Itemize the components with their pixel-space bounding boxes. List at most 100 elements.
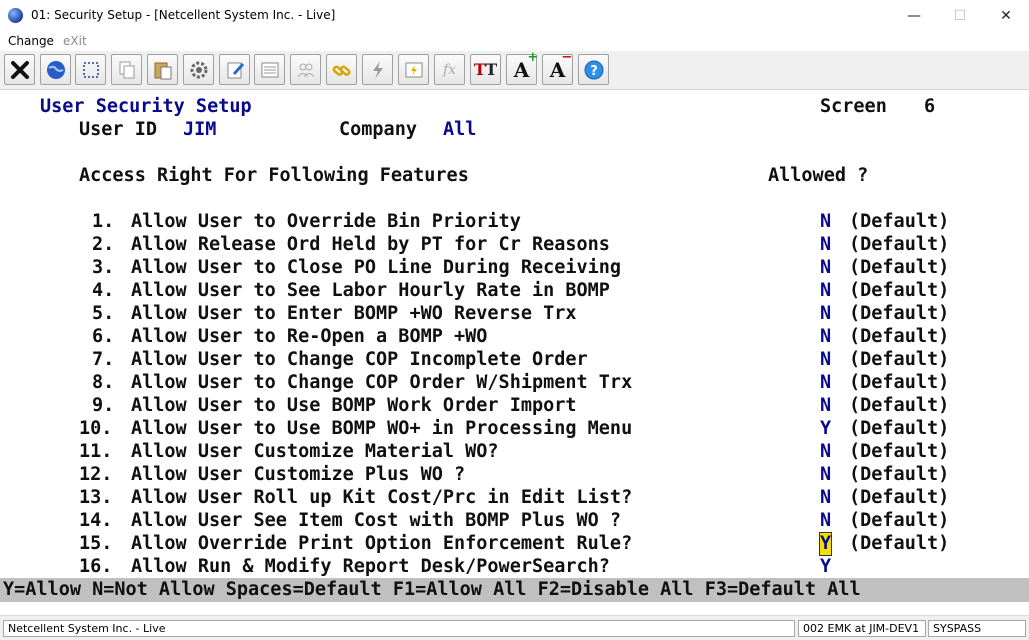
users-icon[interactable] [290, 54, 321, 85]
allowed-header: Allowed ? [768, 165, 869, 186]
window-title: 01: Security Setup - [Netcellent System … [31, 8, 336, 22]
feature-number: 4. [92, 280, 115, 301]
default-indicator: (Default) [849, 257, 950, 278]
screen-heading: User Security Setup [40, 96, 252, 117]
allowed-value-field[interactable]: N [820, 487, 831, 509]
screen-number: 6 [924, 96, 936, 117]
feature-label: Allow Release Ord Held by PT for Cr Reas… [131, 234, 610, 255]
feature-number: 8. [92, 372, 115, 393]
globe-icon[interactable] [40, 54, 71, 85]
allowed-value-field[interactable]: N [820, 234, 831, 256]
user-id-label: User ID [79, 119, 157, 140]
default-indicator: (Default) [849, 418, 950, 439]
feature-number: 7. [92, 349, 115, 370]
default-indicator: (Default) [849, 372, 950, 393]
screen-label: Screen [820, 96, 887, 117]
feature-label: Allow User to Override Bin Priority [131, 211, 521, 232]
help-icon[interactable]: ? [578, 54, 609, 85]
feature-label: Allow User to Use BOMP WO+ in Processing… [131, 418, 633, 439]
allowed-value-field[interactable]: N [820, 280, 831, 302]
copy-icon[interactable] [111, 54, 142, 85]
close-window-button[interactable]: ✕ [983, 0, 1029, 31]
menu-change[interactable]: Change [8, 34, 54, 48]
default-indicator: (Default) [849, 234, 950, 255]
default-indicator: (Default) [849, 487, 950, 508]
feature-number: 3. [92, 257, 115, 278]
feature-label: Allow User to See Labor Hourly Rate in B… [131, 280, 610, 301]
link-icon[interactable] [326, 54, 357, 85]
allowed-value-field[interactable]: N [820, 303, 831, 325]
paste-icon[interactable] [147, 54, 178, 85]
default-indicator: (Default) [849, 211, 950, 232]
allowed-value-field[interactable]: Y [818, 532, 833, 556]
toolbar: fx TT A + A − ? [0, 50, 1029, 90]
allowed-value-field[interactable]: N [820, 257, 831, 279]
feature-number: 14. [79, 510, 113, 531]
svg-text:?: ? [590, 64, 598, 79]
feature-label: Allow User Customize Material WO? [131, 441, 499, 462]
document-lightning-icon[interactable] [398, 54, 429, 85]
feature-label: Allow User to Close PO Line During Recei… [131, 257, 622, 278]
feature-label: Allow User Roll up Kit Cost/Prc in Edit … [131, 487, 633, 508]
default-indicator: (Default) [849, 441, 950, 462]
company-label: Company [339, 119, 417, 140]
default-indicator: (Default) [849, 326, 950, 347]
status-user: SYSPASS [928, 620, 1026, 637]
help-line: Y=Allow N=Not Allow Spaces=Default F1=Al… [3, 579, 861, 600]
allowed-value-field[interactable]: N [820, 349, 831, 371]
feature-number: 1. [92, 211, 115, 232]
allowed-value-field[interactable]: N [820, 372, 831, 394]
edit-doc-icon[interactable] [219, 54, 250, 85]
allowed-value-field[interactable]: N [820, 395, 831, 417]
allowed-value-field[interactable]: Y [820, 418, 831, 440]
function-key-help-bar: Y=Allow N=Not Allow Spaces=Default F1=Al… [0, 578, 1029, 602]
list-icon[interactable] [254, 54, 285, 85]
feature-label: Allow User to Change COP Order W/Shipmen… [131, 372, 633, 393]
font-increase-icon[interactable]: A + [506, 50, 538, 85]
feature-number: 5. [92, 303, 115, 324]
feature-label: Allow User See Item Cost with BOMP Plus … [131, 510, 622, 531]
allowed-value-field[interactable]: Y [820, 556, 831, 578]
default-indicator: (Default) [849, 533, 950, 554]
access-header: Access Right For Following Features [79, 165, 469, 186]
feature-number: 9. [92, 395, 115, 416]
feature-number: 2. [92, 234, 115, 255]
minimize-button[interactable]: — [891, 0, 937, 31]
font-decrease-icon[interactable]: A − [542, 50, 573, 85]
allowed-value-field[interactable]: N [820, 211, 831, 233]
menu-bar: Change eXit [0, 31, 1029, 51]
feature-label: Allow User to Change COP Incomplete Orde… [131, 349, 588, 370]
default-indicator: (Default) [849, 349, 950, 370]
allowed-value-field[interactable]: N [820, 326, 831, 348]
status-session: 002 EMK at JIM-DEV1 [798, 620, 926, 637]
select-rect-icon[interactable] [75, 54, 106, 85]
menu-exit[interactable]: eXit [63, 34, 87, 48]
feature-number: 12. [79, 464, 113, 485]
feature-label: Allow User to Re-Open a BOMP +WO [131, 326, 488, 347]
default-indicator: (Default) [849, 303, 950, 324]
feature-label: Allow User to Enter BOMP +WO Reverse Trx [131, 303, 577, 324]
allowed-value-field[interactable]: N [820, 464, 831, 486]
default-indicator: (Default) [849, 395, 950, 416]
feature-label: Allow Override Print Option Enforcement … [131, 533, 633, 554]
font-type-icon[interactable]: TT [470, 54, 501, 85]
feature-label: Allow User to Use BOMP Work Order Import [131, 395, 577, 416]
lightning-icon[interactable] [362, 54, 393, 85]
feature-number: 6. [92, 326, 115, 347]
status-company: Netcellent System Inc. - Live [3, 620, 795, 637]
maximize-button[interactable]: ☐ [937, 0, 983, 31]
feature-number: 16. [79, 556, 113, 577]
close-x-icon[interactable] [4, 54, 35, 85]
company-value[interactable]: All [443, 119, 476, 141]
feature-number: 15. [79, 533, 113, 554]
function-icon[interactable]: fx [434, 54, 465, 85]
allowed-value-field[interactable]: N [820, 441, 831, 463]
feature-number: 13. [79, 487, 113, 508]
gear-icon[interactable] [183, 54, 214, 85]
user-id-value[interactable]: JIM [183, 119, 216, 141]
default-indicator: (Default) [849, 464, 950, 485]
status-bar: Netcellent System Inc. - Live 002 EMK at… [0, 615, 1029, 640]
allowed-value-field[interactable]: N [820, 510, 831, 532]
feature-label: Allow Run & Modify Report Desk/PowerSear… [131, 556, 610, 577]
title-bar: 01: Security Setup - [Netcellent System … [0, 0, 1029, 31]
